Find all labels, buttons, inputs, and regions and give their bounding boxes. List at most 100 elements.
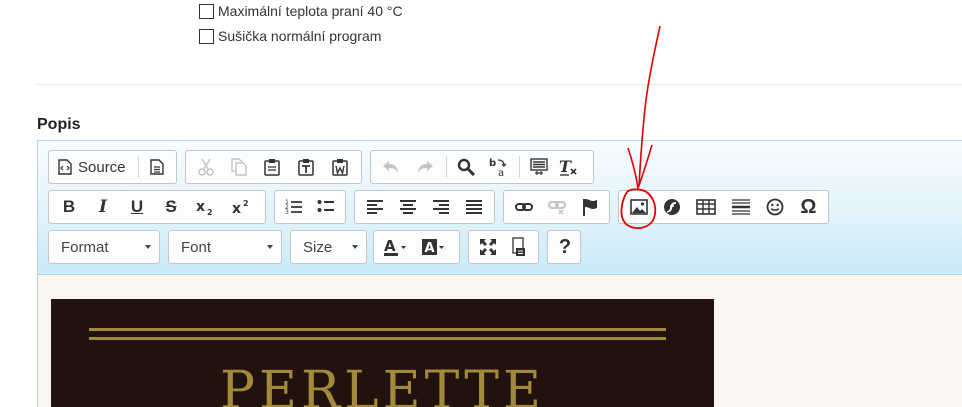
size-dropdown-label: Size xyxy=(303,238,333,256)
banner-rule-bottom xyxy=(89,337,666,340)
align-right-button[interactable] xyxy=(425,193,458,221)
select-all-icon xyxy=(530,158,548,176)
flash-icon xyxy=(663,198,681,216)
svg-text:a: a xyxy=(498,168,504,177)
paste-word-button[interactable] xyxy=(323,153,357,181)
toolbar-group-document: Source xyxy=(48,150,177,184)
svg-text:x: x xyxy=(196,199,205,215)
special-char-icon: Ω xyxy=(800,195,817,218)
find-button[interactable] xyxy=(451,153,481,181)
select-all-button[interactable] xyxy=(524,153,554,181)
smiley-icon xyxy=(766,198,784,216)
svg-text:b: b xyxy=(489,158,496,169)
justify-icon xyxy=(466,200,483,214)
text-color-icon: A xyxy=(383,237,409,257)
special-char-button[interactable]: Ω xyxy=(792,193,825,221)
strike-button[interactable]: S xyxy=(154,193,188,221)
image-button[interactable] xyxy=(622,193,655,221)
checkbox-row-dryer[interactable]: Sušička normální program xyxy=(199,27,381,44)
copy-button[interactable] xyxy=(222,153,255,181)
checkbox-label-dryer: Sušička normální program xyxy=(218,27,382,44)
checkbox-max-temp[interactable] xyxy=(199,4,214,19)
smiley-button[interactable] xyxy=(759,193,792,221)
align-left-button[interactable] xyxy=(358,193,391,221)
image-icon xyxy=(629,199,648,215)
background-color-button[interactable]: A xyxy=(415,233,453,261)
source-icon xyxy=(58,159,72,175)
align-center-button[interactable] xyxy=(391,193,424,221)
bold-button[interactable]: B xyxy=(52,193,86,221)
maximize-button[interactable] xyxy=(472,233,504,261)
editor-toolbar: Source b a T B I U S x 2 x 2 1 2 3 Ω For… xyxy=(38,141,962,275)
horizontal-line-button[interactable] xyxy=(724,193,759,221)
unlink-button[interactable] xyxy=(540,193,573,221)
chevron-down-icon xyxy=(352,245,358,249)
align-center-icon xyxy=(399,200,416,214)
table-icon xyxy=(696,199,716,215)
cut-button[interactable] xyxy=(189,153,222,181)
strike-icon: S xyxy=(165,197,177,216)
bold-icon: B xyxy=(62,197,76,216)
toolbar-group-links xyxy=(503,190,610,224)
toolbar-group-align xyxy=(354,190,495,224)
paste-text-button[interactable] xyxy=(289,153,323,181)
help-button[interactable]: ? xyxy=(551,233,579,261)
checkbox-dryer[interactable] xyxy=(199,29,214,44)
toolbar-group-about: ? xyxy=(547,230,581,264)
rich-text-editor: Source b a T B I U S x 2 x 2 1 2 3 Ω For… xyxy=(37,140,962,407)
toolbar-group-clipboard xyxy=(185,150,362,184)
remove-format-button[interactable]: T xyxy=(554,153,584,181)
size-dropdown[interactable]: Size xyxy=(290,230,367,264)
checkbox-row-max-temp[interactable]: Maximální teplota praní 40 °C xyxy=(199,2,403,19)
svg-text:3: 3 xyxy=(285,209,289,216)
text-color-button[interactable]: A xyxy=(377,233,415,261)
toolbar-group-insert: Ω xyxy=(618,190,829,224)
maximize-icon xyxy=(479,238,497,256)
undo-icon xyxy=(382,160,400,174)
justify-button[interactable] xyxy=(458,193,491,221)
replace-button[interactable]: ba xyxy=(481,153,515,181)
copy-icon xyxy=(230,158,247,176)
svg-text:A: A xyxy=(384,237,396,255)
redo-button[interactable] xyxy=(408,153,442,181)
toolbar-group-basicstyles: B I U S x2 x2 xyxy=(48,190,266,224)
subscript-button[interactable]: x2 xyxy=(188,193,224,221)
table-button[interactable] xyxy=(688,193,723,221)
help-icon: ? xyxy=(558,235,572,258)
superscript-button[interactable]: x2 xyxy=(224,193,260,221)
section-title: Popis xyxy=(37,116,81,133)
cut-icon xyxy=(197,158,215,176)
anchor-icon xyxy=(582,198,598,216)
bulleted-list-button[interactable] xyxy=(310,193,342,221)
italic-button[interactable]: I xyxy=(86,193,120,221)
replace-icon: ba xyxy=(488,157,508,177)
svg-text:2: 2 xyxy=(207,208,213,216)
checkbox-label-max-temp: Maximální teplota praní 40 °C xyxy=(218,2,403,19)
toolbar-group-editing: ba T xyxy=(370,150,594,184)
format-dropdown-label: Format xyxy=(61,238,109,256)
editor-content-area[interactable]: PERLETTE xyxy=(38,275,962,407)
toolbar-group-tools xyxy=(468,230,539,264)
undo-button[interactable] xyxy=(374,153,408,181)
paste-button[interactable] xyxy=(255,153,289,181)
svg-text:A: A xyxy=(425,241,435,256)
font-dropdown[interactable]: Font xyxy=(168,230,282,264)
divider xyxy=(37,84,962,85)
separator xyxy=(138,156,139,178)
show-blocks-button[interactable] xyxy=(504,233,536,261)
link-button[interactable] xyxy=(507,193,540,221)
banner-rule-top xyxy=(89,328,666,331)
flash-button[interactable] xyxy=(655,193,688,221)
format-dropdown[interactable]: Format xyxy=(48,230,160,264)
templates-button[interactable] xyxy=(143,153,171,181)
anchor-button[interactable] xyxy=(573,193,606,221)
underline-button[interactable]: U xyxy=(120,193,154,221)
horizontal-line-icon xyxy=(731,198,751,216)
numbered-list-button[interactable]: 123 xyxy=(278,193,310,221)
content-banner-image: PERLETTE xyxy=(51,299,714,407)
source-button[interactable]: Source xyxy=(52,153,134,181)
remove-format-icon: T xyxy=(559,158,579,176)
show-blocks-icon xyxy=(511,237,527,257)
align-left-icon xyxy=(366,200,383,214)
subscript-icon: x2 xyxy=(195,198,217,216)
